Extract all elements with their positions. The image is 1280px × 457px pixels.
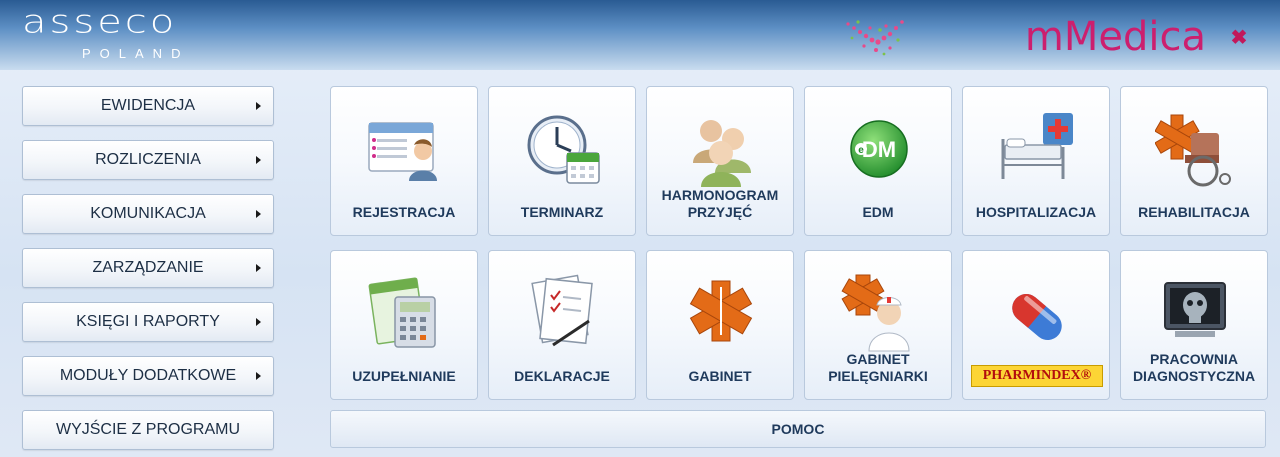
menu-label: KOMUNIKACJA	[90, 205, 206, 222]
clock-calendar-icon	[527, 115, 600, 184]
menu-label: ROZLICZENIA	[95, 151, 201, 168]
tile-label: HOSPITALIZACJA	[975, 204, 1097, 220]
menu-label: EWIDENCJA	[100, 97, 196, 114]
menu-label: KSIĘGI I RAPORTY	[76, 313, 220, 330]
menu-label: WYJŚCIE Z PROGRAMU	[55, 421, 240, 438]
tile-deklaracje[interactable]: DEKLARACJE	[488, 250, 636, 400]
tile-label: PRACOWNIA DIAGNOSTYCZNA	[1132, 351, 1256, 384]
tile-label: DEKLARACJE	[514, 368, 610, 384]
menu-rozliczenia[interactable]: ROZLICZENIA	[22, 140, 274, 180]
tile-harmonogram-przyjec[interactable]: HARMONOGRAM PRZYJĘĆ	[646, 86, 794, 236]
tile-gabinet[interactable]: GABINET	[646, 250, 794, 400]
tile-hospitalizacja[interactable]: HOSPITALIZACJA	[962, 86, 1110, 236]
menu-wyjscie-z-programu[interactable]: WYJŚCIE Z PROGRAMU	[22, 410, 274, 450]
menu-ksiegi-i-raporty[interactable]: KSIĘGI I RAPORTY	[22, 302, 274, 342]
logo-main-text: asseco	[22, 3, 178, 41]
header-bar: asseco POLAND mMedica ✖	[0, 0, 1280, 70]
xray-icon	[1164, 282, 1226, 337]
tile-label: REHABILITACJA	[1138, 204, 1250, 220]
tile-uzupelnianie[interactable]: UZUPEŁNIANIE	[330, 250, 478, 400]
menu-label: ZARZĄDZANIE	[92, 259, 204, 276]
tile-label: EDM	[862, 204, 894, 220]
submenu-arrow-icon	[256, 264, 261, 272]
tile-rehabilitacja[interactable]: REHABILITACJA	[1120, 86, 1268, 236]
declaration-icon	[531, 274, 593, 347]
tile-label: GABINET	[688, 368, 752, 384]
hospital-bed-icon	[1001, 113, 1073, 179]
tile-terminarz[interactable]: TERMINARZ	[488, 86, 636, 236]
help-label: POMOC	[771, 421, 825, 437]
tile-edm[interactable]: DM e EDM	[804, 86, 952, 236]
tile-label: GABINET PIELĘGNIARKI	[828, 351, 928, 384]
tile-label: HARMONOGRAM PRZYJĘĆ	[661, 187, 779, 220]
tile-pharmindex[interactable]: PHARMINDEX®	[962, 250, 1110, 400]
close-icon: ✖	[1230, 26, 1248, 49]
help-button[interactable]: POMOC	[330, 410, 1266, 448]
tile-label: TERMINARZ	[520, 204, 604, 220]
tile-label: REJESTRACJA	[352, 204, 456, 220]
menu-ewidencja[interactable]: EWIDENCJA	[22, 86, 274, 126]
pill-icon	[1012, 294, 1062, 340]
nurse-icon	[841, 274, 910, 352]
tile-rejestracja[interactable]: REJESTRACJA	[330, 86, 478, 236]
logo-sub-text: POLAND	[82, 46, 190, 61]
brand-dots-icon	[846, 20, 904, 56]
submenu-arrow-icon	[256, 318, 261, 326]
svg-text:e: e	[858, 145, 864, 156]
menu-zarzadzanie[interactable]: ZARZĄDZANIE	[22, 248, 274, 288]
submenu-arrow-icon	[256, 372, 261, 380]
submenu-arrow-icon	[256, 210, 261, 218]
registration-icon	[368, 122, 437, 181]
menu-komunikacja[interactable]: KOMUNIKACJA	[22, 194, 274, 234]
pharmindex-badge: PHARMINDEX®	[971, 365, 1103, 387]
close-button[interactable]: ✖	[1228, 26, 1250, 49]
calculator-icon	[368, 277, 436, 348]
svg-text:DM: DM	[862, 137, 896, 162]
submenu-arrow-icon	[256, 156, 261, 164]
mmedica-brand: mMedica ✖	[830, 12, 1250, 62]
brand-name: mMedica	[1024, 14, 1206, 60]
menu-label: MODUŁY DODATKOWE	[59, 367, 237, 384]
tile-gabinet-pielegniarki[interactable]: GABINET PIELĘGNIARKI	[804, 250, 952, 400]
asseco-logo: asseco POLAND	[22, 6, 322, 66]
tile-pracownia-diagnostyczna[interactable]: PRACOWNIA DIAGNOSTYCZNA	[1120, 250, 1268, 400]
tile-label: UZUPEŁNIANIE	[352, 368, 456, 384]
star-of-life-icon	[689, 280, 753, 342]
menu-moduly-dodatkowe[interactable]: MODUŁY DODATKOWE	[22, 356, 274, 396]
edm-icon: DM e	[850, 120, 908, 178]
submenu-arrow-icon	[256, 102, 261, 110]
people-icon	[693, 120, 751, 187]
wheelchair-icon	[1155, 114, 1231, 187]
